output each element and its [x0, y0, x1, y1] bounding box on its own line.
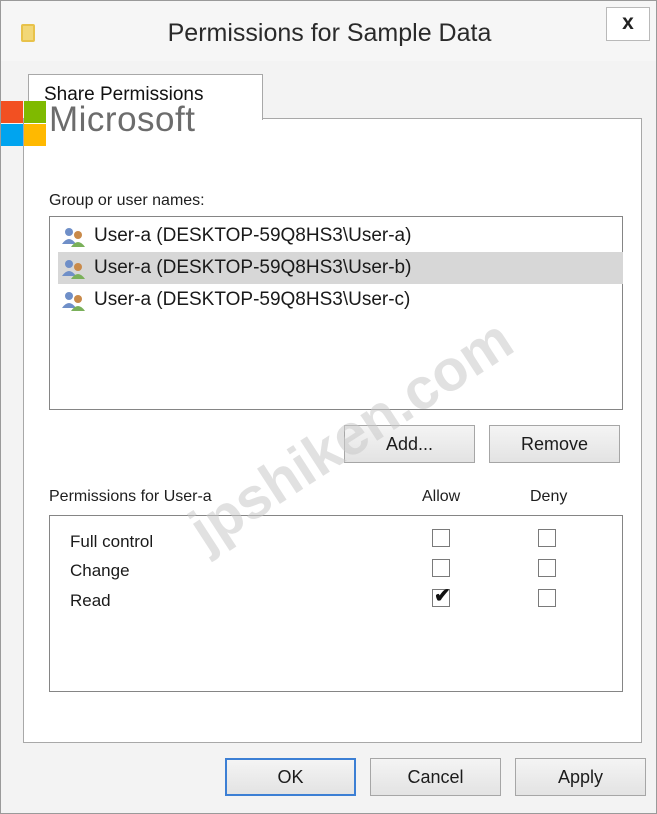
- group-names-label: Group or user names:: [49, 192, 205, 209]
- permissions-for-label: Permissions for User-a: [49, 488, 212, 505]
- user-name: User-a (DESKTOP-59Q8HS3\User-b): [94, 257, 412, 278]
- cancel-button[interactable]: Cancel: [370, 758, 501, 796]
- permission-read: Read: [70, 591, 111, 610]
- permission-full-control: Full control: [70, 532, 154, 551]
- microsoft-logo-icon: [1, 98, 47, 150]
- read-deny-checkbox[interactable]: [538, 589, 556, 607]
- permissions-list: Full control Change Read ✔: [49, 515, 623, 692]
- microsoft-logo-text: Microsoft: [49, 100, 196, 139]
- add-button[interactable]: Add...: [344, 425, 475, 463]
- window-title: Permissions for Sample Data: [167, 19, 492, 47]
- list-item-user-c[interactable]: User-a (DESKTOP-59Q8HS3\User-c): [58, 284, 614, 316]
- user-name: User-a (DESKTOP-59Q8HS3\User-c): [94, 289, 411, 310]
- users-group-icon: [62, 228, 85, 247]
- allow-column-header: Allow: [422, 488, 461, 505]
- user-list[interactable]: User-a (DESKTOP-59Q8HS3\User-a) User-a (…: [49, 216, 623, 410]
- deny-column-header: Deny: [530, 488, 568, 505]
- permissions-dialog: Permissions for Sample Data x Share Perm…: [0, 0, 657, 814]
- user-name: User-a (DESKTOP-59Q8HS3\User-a): [94, 225, 412, 246]
- microsoft-logo: Microsoft: [1, 98, 301, 150]
- users-group-icon: [62, 260, 85, 279]
- title-bar: Permissions for Sample Data x: [1, 1, 656, 61]
- ok-button[interactable]: OK: [225, 758, 356, 796]
- remove-button[interactable]: Remove: [489, 425, 620, 463]
- read-allow-checkbox[interactable]: ✔: [432, 586, 451, 607]
- close-button[interactable]: x: [606, 7, 650, 41]
- list-item-user-b[interactable]: User-a (DESKTOP-59Q8HS3\User-b): [58, 252, 623, 284]
- apply-button[interactable]: Apply: [515, 758, 646, 796]
- permission-change: Change: [70, 561, 130, 580]
- list-item-user-a[interactable]: User-a (DESKTOP-59Q8HS3\User-a): [58, 220, 614, 252]
- change-deny-checkbox[interactable]: [538, 559, 556, 577]
- full-control-deny-checkbox[interactable]: [538, 529, 556, 547]
- change-allow-checkbox[interactable]: [432, 559, 450, 577]
- users-group-icon: [62, 292, 85, 311]
- full-control-allow-checkbox[interactable]: [432, 529, 450, 547]
